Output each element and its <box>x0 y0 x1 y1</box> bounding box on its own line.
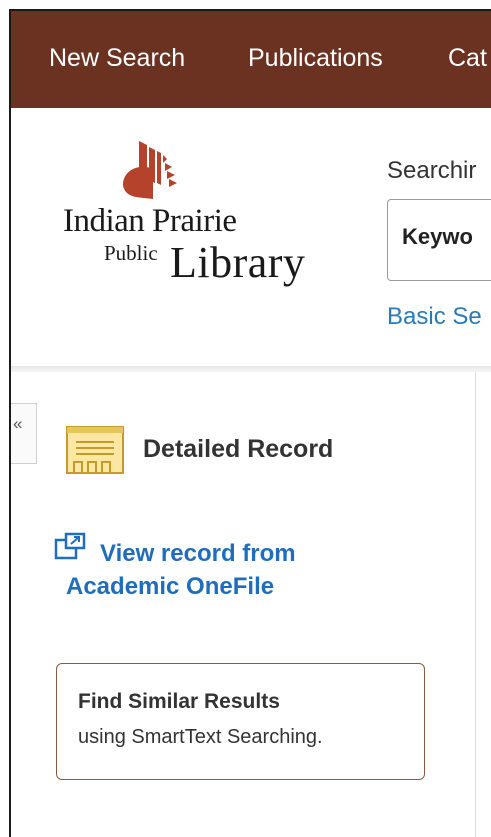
find-similar-subtitle: using SmartText Searching. <box>78 726 323 748</box>
collapse-panel-button[interactable]: « <box>11 403 37 464</box>
view-record-link[interactable]: View record from Academic OneFile <box>66 537 366 603</box>
search-mode-select[interactable]: Keywo <box>387 199 491 281</box>
library-logo-icon <box>123 141 177 199</box>
basic-search-link[interactable]: Basic Se <box>387 303 482 331</box>
browser-frame: New Search Publications Cat Indian Prair… <box>9 9 491 837</box>
search-mode-value: Keywo <box>402 224 473 249</box>
find-similar-results-button[interactable]: Find Similar Results using SmartText Sea… <box>56 663 425 780</box>
logo-text-public: Public <box>104 241 158 265</box>
view-record-link-line1: View record from <box>100 540 296 567</box>
view-record-link-line2: Academic OneFile <box>66 573 275 600</box>
nav-categories[interactable]: Cat <box>448 44 487 73</box>
nav-new-search[interactable]: New Search <box>49 44 185 73</box>
top-navigation: New Search Publications Cat <box>11 11 491 108</box>
detailed-record-title: Detailed Record <box>143 435 334 463</box>
logo-text-line1: Indian Prairie <box>63 203 237 239</box>
logo-text-library: Library <box>170 238 306 287</box>
searching-label: Searchir <box>387 157 477 184</box>
double-chevron-left-icon: « <box>13 414 23 433</box>
detailed-record-icon <box>66 426 124 474</box>
find-similar-title: Find Similar Results <box>78 690 280 713</box>
panel-divider <box>475 372 476 837</box>
nav-publications[interactable]: Publications <box>248 44 383 73</box>
